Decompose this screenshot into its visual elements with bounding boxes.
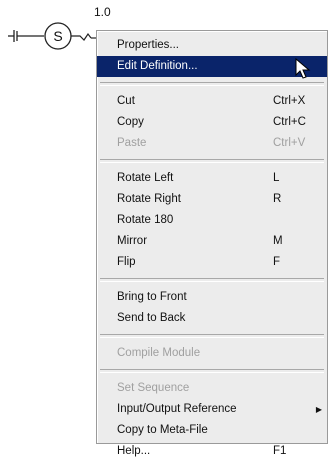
menu-item-label: Send to Back <box>117 312 186 324</box>
menu-item-shortcut: Ctrl+V <box>273 137 306 149</box>
context-menu: Properties... Edit Definition... Cut Ctrl+X… <box>96 30 328 457</box>
menu-separator <box>100 82 324 86</box>
menu-item-label: Rotate 180 <box>117 214 174 226</box>
menu-item-flip[interactable]: Flip F <box>97 252 327 273</box>
menu-item-label: Paste <box>117 137 147 149</box>
menu-item-label: Properties... <box>117 39 179 51</box>
menu-item-copy[interactable]: Copy Ctrl+C <box>97 112 327 133</box>
submenu-arrow-icon: ▶ <box>315 405 322 414</box>
menu-item-label: Input/Output Reference <box>117 403 237 415</box>
menu-item-copy-to-meta-file[interactable]: Copy to Meta-File <box>97 420 327 441</box>
menu-item-label: Copy <box>117 116 144 128</box>
menu-item-mirror[interactable]: Mirror M <box>97 231 327 252</box>
menu-item-label: Bring to Front <box>117 291 187 303</box>
menu-item-compile-module[interactable]: Compile Module <box>97 343 327 364</box>
menu-item-properties[interactable]: Properties... <box>97 35 327 56</box>
menu-item-edit-definition[interactable]: Edit Definition... <box>97 56 327 77</box>
menu-item-rotate-180[interactable]: Rotate 180 <box>97 210 327 231</box>
menu-item-shortcut: Ctrl+C <box>273 116 306 128</box>
menu-item-set-sequence[interactable]: Set Sequence <box>97 378 327 399</box>
menu-item-shortcut: M <box>273 235 283 247</box>
menu-item-label: Mirror <box>117 235 148 247</box>
menu-item-shortcut: R <box>273 193 282 205</box>
menu-item-shortcut: F1 <box>273 445 287 457</box>
menu-item-shortcut: L <box>273 172 280 184</box>
menu-item-label: Rotate Right <box>117 193 181 205</box>
menu-item-rotate-left[interactable]: Rotate Left L <box>97 168 327 189</box>
menu-item-cut[interactable]: Cut Ctrl+X <box>97 91 327 112</box>
symbol-value-label: 1.0 <box>94 5 111 19</box>
symbol-letter: S <box>53 28 62 44</box>
menu-separator <box>100 334 324 338</box>
menu-item-label: Compile Module <box>117 347 201 359</box>
menu-item-paste[interactable]: Paste Ctrl+V <box>97 133 327 154</box>
menu-item-rotate-right[interactable]: Rotate Right R <box>97 189 327 210</box>
menu-item-label: Flip <box>117 256 136 268</box>
menu-separator <box>100 278 324 282</box>
menu-item-label: Rotate Left <box>117 172 174 184</box>
menu-item-shortcut: Ctrl+X <box>273 95 306 107</box>
menu-item-label: Cut <box>117 95 135 107</box>
menu-item-input-output-reference[interactable]: Input/Output Reference ▶ <box>97 399 327 420</box>
menu-item-label: Help... <box>117 445 151 457</box>
mouse-pointer-icon <box>295 58 311 79</box>
menu-item-send-to-back[interactable]: Send to Back <box>97 308 327 329</box>
menu-item-bring-to-front[interactable]: Bring to Front <box>97 287 327 308</box>
menu-item-label: Set Sequence <box>117 382 190 394</box>
menu-separator <box>100 159 324 163</box>
menu-separator <box>100 369 324 373</box>
menu-item-label: Edit Definition... <box>117 60 198 72</box>
menu-item-label: Copy to Meta-File <box>117 424 208 436</box>
menu-item-shortcut: F <box>273 256 281 268</box>
menu-item-help[interactable]: Help... F1 <box>97 441 327 462</box>
